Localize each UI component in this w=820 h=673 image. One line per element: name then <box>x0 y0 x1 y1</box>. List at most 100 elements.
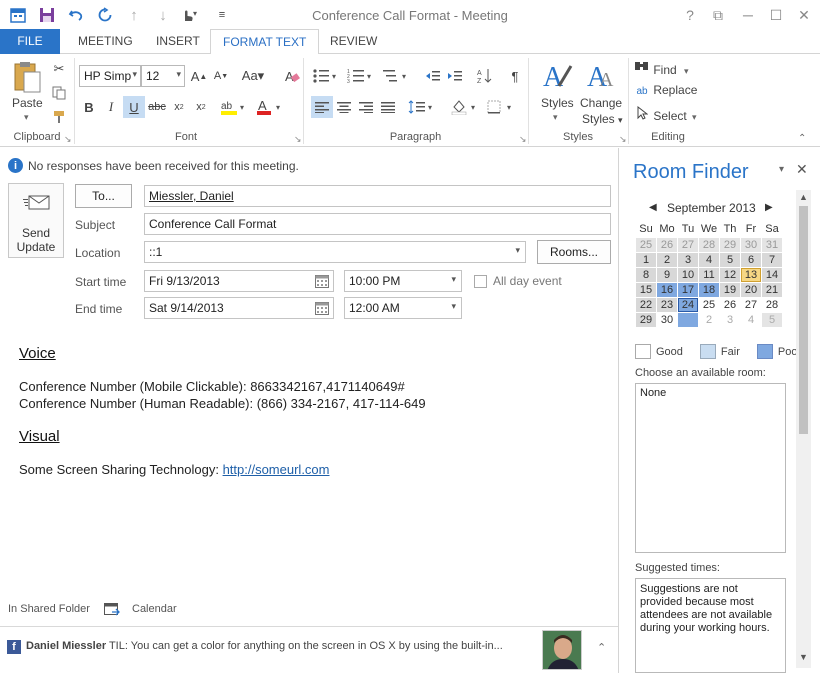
paste-dropdown-icon[interactable]: ▾ <box>24 112 29 123</box>
calendar-day[interactable]: 17 <box>678 283 698 297</box>
font-size-select[interactable]: 12 ▾ <box>141 65 185 87</box>
align-right-icon[interactable] <box>355 96 377 118</box>
italic-icon[interactable]: I <box>100 96 122 118</box>
ribbon-display-button[interactable]: ⧉ <box>708 6 728 24</box>
calendar-day[interactable]: 1 <box>636 253 656 267</box>
subject-field[interactable]: Conference Call Format <box>144 213 611 235</box>
superscript-icon[interactable]: x2 <box>190 96 212 118</box>
calendar-day[interactable]: 26 <box>657 238 677 252</box>
start-time-field[interactable]: 10:00 PM ▾ <box>344 270 462 292</box>
calendar-day[interactable]: 2 <box>657 253 677 267</box>
chevron-down-icon[interactable]: ▾ <box>451 301 456 312</box>
clipboard-launcher-icon[interactable]: ↘ <box>64 134 72 145</box>
bold-icon[interactable]: B <box>78 96 100 118</box>
calendar-day[interactable]: 15 <box>636 283 656 297</box>
align-center-icon[interactable] <box>333 96 355 118</box>
calendar-day[interactable]: 31 <box>762 238 782 252</box>
styles-icon[interactable]: A <box>541 60 573 92</box>
align-left-icon[interactable] <box>311 96 333 118</box>
select-button[interactable]: Select ▾ <box>634 106 697 123</box>
tab-file[interactable]: FILE <box>0 29 60 54</box>
calendar-day[interactable]: 23 <box>657 298 677 312</box>
start-date-field[interactable]: Fri 9/13/2013 <box>144 270 334 292</box>
tab-review[interactable]: REVIEW <box>318 29 389 54</box>
help-button[interactable]: ? <box>680 6 700 24</box>
end-date-field[interactable]: Sat 9/14/2013 <box>144 297 334 319</box>
find-button[interactable]: Find ▾ <box>634 60 689 77</box>
subscript-icon[interactable]: x2 <box>168 96 190 118</box>
close-button[interactable]: ✕ <box>794 6 814 24</box>
scrollbar-thumb[interactable] <box>799 206 808 434</box>
highlight-color-icon[interactable]: ab ▾ <box>218 96 250 118</box>
shrink-font-icon[interactable]: A ▼ <box>210 65 232 87</box>
replace-button[interactable]: ab Replace <box>634 83 697 97</box>
calendar-day[interactable]: 27 <box>678 238 698 252</box>
calendar-day[interactable]: 27 <box>741 298 761 312</box>
copy-icon[interactable] <box>48 82 70 104</box>
multilevel-list-icon[interactable]: ▾ <box>381 65 411 87</box>
calendar-day[interactable]: 20 <box>741 283 761 297</box>
calendar-day[interactable]: 19 <box>720 283 740 297</box>
calendar-day[interactable]: 8 <box>636 268 656 282</box>
end-time-field[interactable]: 12:00 AM ▾ <box>344 297 462 319</box>
calendar-day[interactable]: 10 <box>678 268 698 282</box>
checkbox-box[interactable] <box>474 274 487 288</box>
increase-indent-icon[interactable] <box>444 65 466 87</box>
underline-icon[interactable]: U <box>123 96 145 118</box>
calendar-day[interactable]: 6 <box>741 253 761 267</box>
maximize-button[interactable]: ☐ <box>766 6 786 24</box>
tab-meeting[interactable]: MEETING <box>66 29 145 54</box>
calendar-day-selected[interactable]: 24 <box>678 298 698 312</box>
tab-format-text[interactable]: FORMAT TEXT <box>210 29 320 55</box>
collapse-ribbon-icon[interactable]: ⌃ <box>798 133 806 144</box>
calendar-day[interactable]: 14 <box>762 268 782 282</box>
calendar-day[interactable]: 9 <box>657 268 677 282</box>
calendar-day[interactable]: 30 <box>657 313 677 327</box>
calendar-day[interactable]: 7 <box>762 253 782 267</box>
calendar-day[interactable]: 4 <box>699 253 719 267</box>
cut-icon[interactable]: ✂ <box>48 58 70 80</box>
change-styles-icon[interactable]: AA <box>585 60 617 92</box>
screen-sharing-link[interactable]: http://someurl.com <box>223 462 330 477</box>
location-field[interactable]: ::1 ▾ <box>144 241 526 263</box>
shading-icon[interactable]: ▾ <box>450 96 480 118</box>
calendar-day[interactable]: 5 <box>762 313 782 327</box>
calendar-day[interactable]: 28 <box>762 298 782 312</box>
calendar-picker-icon[interactable] <box>315 301 329 315</box>
format-painter-icon[interactable] <box>48 106 70 128</box>
tab-insert[interactable]: INSERT <box>144 29 212 54</box>
decrease-indent-icon[interactable] <box>422 65 444 87</box>
chevron-down-icon[interactable]: ▾ <box>451 274 456 285</box>
avatar[interactable] <box>542 630 582 670</box>
numbering-icon[interactable]: 1 2 3 ▾ <box>346 65 376 87</box>
calendar-day[interactable]: 11 <box>699 268 719 282</box>
to-field[interactable]: Miessler, Daniel <box>144 185 611 207</box>
styles-launcher-icon[interactable]: ↘ <box>619 134 627 145</box>
scroll-up-icon[interactable]: ▲ <box>799 192 808 202</box>
calendar-day[interactable] <box>678 313 698 327</box>
pane-options-icon[interactable]: ▾ <box>779 164 784 175</box>
next-month-icon[interactable]: ▶ <box>765 202 773 213</box>
change-styles-label-2[interactable]: Styles ▾ <box>582 112 623 126</box>
minimize-button[interactable]: ─ <box>738 6 758 24</box>
clear-formatting-icon[interactable]: A <box>281 65 303 87</box>
line-spacing-icon[interactable]: ▾ <box>407 96 437 118</box>
calendar-day[interactable]: 12 <box>720 268 740 282</box>
calendar-day[interactable]: 26 <box>720 298 740 312</box>
social-update[interactable]: Daniel Miessler TIL: You can get a color… <box>26 640 503 652</box>
chevron-down-icon[interactable]: ▾ <box>515 245 520 256</box>
calendar-day[interactable]: 29 <box>636 313 656 327</box>
calendar-day[interactable]: 3 <box>720 313 740 327</box>
calendar-day[interactable]: 25 <box>699 298 719 312</box>
calendar-day[interactable]: 22 <box>636 298 656 312</box>
calendar-day[interactable]: 25 <box>636 238 656 252</box>
room-list[interactable]: None <box>635 383 786 553</box>
room-finder-scrollbar[interactable]: ▲ ▼ <box>796 190 811 668</box>
calendar-day[interactable]: 5 <box>720 253 740 267</box>
paragraph-launcher-icon[interactable]: ↘ <box>519 134 527 145</box>
font-launcher-icon[interactable]: ↘ <box>294 134 302 145</box>
room-list-item[interactable]: None <box>636 384 785 402</box>
paste-label[interactable]: Paste <box>12 96 43 110</box>
calendar-day[interactable]: 2 <box>699 313 719 327</box>
expand-people-pane-icon[interactable]: ⌃ <box>597 641 606 654</box>
